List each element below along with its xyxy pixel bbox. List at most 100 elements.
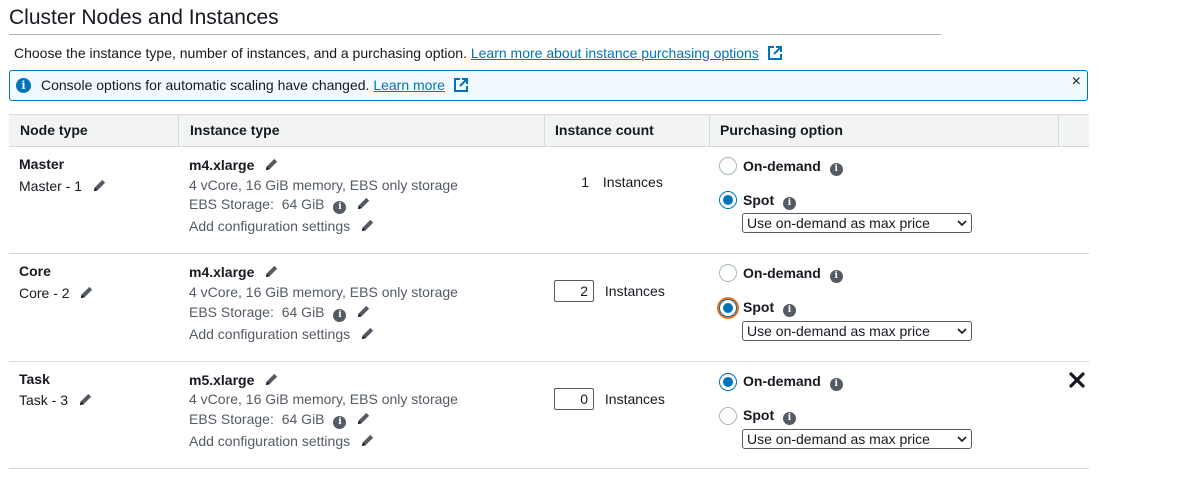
node-type: Core <box>19 263 51 279</box>
section-description: Choose the instance type, number of inst… <box>14 45 782 61</box>
node-name: Task - 3 <box>19 392 93 408</box>
pencil-icon[interactable] <box>264 372 279 387</box>
pencil-icon[interactable] <box>360 218 375 233</box>
info-icon[interactable]: i <box>333 416 347 429</box>
ebs-value: 64 GiB <box>281 411 325 427</box>
config-link[interactable]: Add configuration settings <box>189 218 350 234</box>
close-icon[interactable]: × <box>1072 73 1081 91</box>
external-link-icon[interactable] <box>453 78 468 92</box>
header-node-type: Node type <box>20 122 88 138</box>
radio-on-demand[interactable] <box>719 373 737 391</box>
ebs-label: EBS Storage: <box>189 411 274 427</box>
radio-spot[interactable] <box>719 191 737 209</box>
option-spot-label: Spot <box>743 407 775 423</box>
info-icon[interactable]: i <box>829 270 843 283</box>
node-type: Task <box>19 371 50 387</box>
count-unit: Instances <box>602 174 663 190</box>
pencil-icon[interactable] <box>360 326 375 341</box>
add-configuration[interactable]: Add configuration settings <box>189 326 375 342</box>
instance-count: 2 Instances <box>554 280 665 302</box>
pencil-icon[interactable] <box>356 411 371 426</box>
ebs-storage: EBS Storage: 64 GiB i <box>189 411 371 429</box>
instance-specs: 4 vCore, 16 GiB memory, EBS only storage <box>189 284 458 300</box>
pencil-icon[interactable] <box>264 264 279 279</box>
instance-count: 0 Instances <box>554 388 665 410</box>
ebs-label: EBS Storage: <box>189 304 274 320</box>
pencil-icon[interactable] <box>360 433 375 448</box>
instance-specs: 4 vCore, 16 GiB memory, EBS only storage <box>189 177 458 193</box>
info-icon[interactable]: i <box>829 163 843 176</box>
radio-spot[interactable] <box>719 299 737 317</box>
instance-type: m4.xlarge <box>189 157 279 173</box>
option-on-demand-label: On-demand <box>743 265 821 281</box>
add-configuration[interactable]: Add configuration settings <box>189 433 375 449</box>
header-instance-count: Instance count <box>555 122 654 138</box>
column-divider <box>178 115 179 146</box>
radio-on-demand[interactable] <box>719 157 737 175</box>
option-on-demand-label: On-demand <box>743 373 821 389</box>
config-link[interactable]: Add configuration settings <box>189 326 350 342</box>
node-name: Master - 1 <box>19 178 107 194</box>
header-instance-type: Instance type <box>190 122 280 138</box>
option-spot-label: Spot <box>743 192 775 208</box>
pencil-icon[interactable] <box>79 285 94 300</box>
info-icon[interactable]: i <box>333 201 347 214</box>
description-text: Choose the instance type, number of inst… <box>14 45 467 61</box>
count-unit: Instances <box>604 391 665 407</box>
instance-specs: 4 vCore, 16 GiB memory, EBS only storage <box>189 391 458 407</box>
max-price-value: Use on-demand as max price <box>747 323 930 339</box>
info-icon[interactable]: i <box>333 309 347 322</box>
info-banner: i Console options for automatic scaling … <box>9 70 1088 101</box>
option-spot: Spot i <box>743 407 796 425</box>
info-icon[interactable]: i <box>783 197 796 210</box>
ebs-value: 64 GiB <box>281 196 325 212</box>
table-row: Task Task - 3 m5.xlarge 4 vCore, 16 GiB … <box>9 362 1089 469</box>
count-input[interactable]: 0 <box>554 388 594 410</box>
info-icon[interactable]: i <box>783 304 796 317</box>
count-unit: Instances <box>604 283 665 299</box>
banner-learn-more-link[interactable]: Learn more <box>373 77 445 93</box>
pencil-icon[interactable] <box>264 157 279 172</box>
instance-type-label: m4.xlarge <box>189 264 255 280</box>
table-header: Node type Instance type Instance count P… <box>9 114 1089 147</box>
column-divider <box>1058 115 1059 146</box>
learn-more-purchasing-link[interactable]: Learn more about instance purchasing opt… <box>471 45 759 61</box>
radio-on-demand[interactable] <box>719 264 737 282</box>
external-link-icon[interactable] <box>767 46 782 60</box>
node-name-label: Core - 2 <box>19 285 70 301</box>
section-title: Cluster Nodes and Instances <box>9 6 279 29</box>
chevron-down-icon <box>957 328 967 335</box>
pencil-icon[interactable] <box>92 178 107 193</box>
ebs-label: EBS Storage: <box>189 196 274 212</box>
node-name-label: Master - 1 <box>19 178 83 194</box>
max-price-select[interactable]: Use on-demand as max price <box>742 213 972 233</box>
pencil-icon[interactable] <box>356 196 371 211</box>
option-spot-label: Spot <box>743 299 775 315</box>
remove-x-icon[interactable] <box>1069 372 1085 388</box>
header-purchasing-option: Purchasing option <box>720 122 843 138</box>
max-price-value: Use on-demand as max price <box>747 431 930 447</box>
column-divider <box>709 115 710 146</box>
banner-text: Console options for automatic scaling ha… <box>41 77 468 93</box>
pencil-icon[interactable] <box>356 304 371 319</box>
add-configuration[interactable]: Add configuration settings <box>189 218 375 234</box>
info-icon[interactable]: i <box>829 378 843 391</box>
info-icon[interactable]: i <box>783 412 796 425</box>
radio-spot[interactable] <box>719 407 737 425</box>
column-divider <box>544 115 545 146</box>
instance-type: m4.xlarge <box>189 264 279 280</box>
node-type: Master <box>19 156 65 172</box>
max-price-select[interactable]: Use on-demand as max price <box>742 429 972 449</box>
table-row: Core Core - 2 m4.xlarge 4 vCore, 16 GiB … <box>9 254 1089 362</box>
count-input[interactable]: 2 <box>554 280 594 302</box>
config-link[interactable]: Add configuration settings <box>189 433 350 449</box>
info-icon: i <box>16 78 31 93</box>
option-spot: Spot i <box>743 299 796 317</box>
option-on-demand: On-demand i <box>743 373 843 391</box>
ebs-value: 64 GiB <box>281 304 325 320</box>
option-on-demand-label: On-demand <box>743 158 821 174</box>
option-spot: Spot i <box>743 192 796 210</box>
max-price-select[interactable]: Use on-demand as max price <box>742 321 972 341</box>
pencil-icon[interactable] <box>78 392 93 407</box>
option-on-demand: On-demand i <box>743 265 843 283</box>
